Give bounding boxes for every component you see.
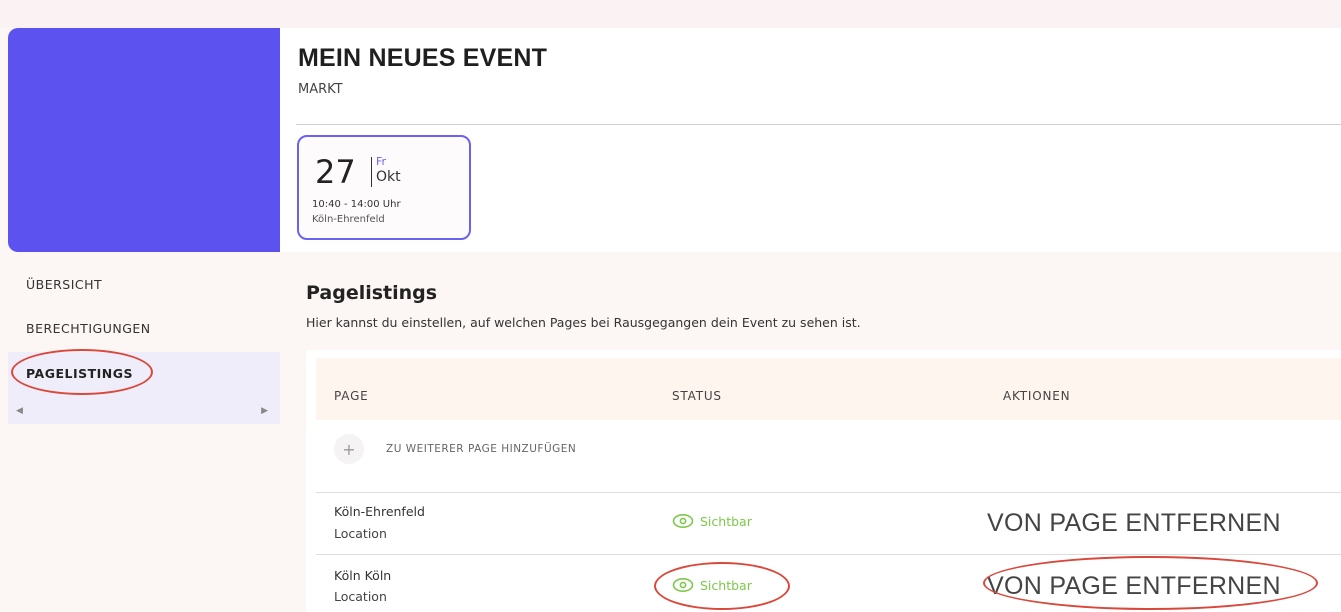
add-page-button[interactable]: + ZU WEITERER PAGE HINZUFÜGEN <box>334 434 576 464</box>
page-name: Köln-Ehrenfeld <box>334 504 425 519</box>
remove-from-page-button[interactable]: VON PAGE ENTFERNEN <box>987 509 1281 538</box>
scroll-right-icon[interactable]: ▶ <box>261 406 268 416</box>
section-title: Pagelistings <box>306 282 438 304</box>
header-divider <box>296 124 1341 125</box>
date-day: 27 <box>315 153 356 191</box>
date-card[interactable]: 27 Fr Okt 10:40 - 14:00 Uhr Köln-Ehrenfe… <box>297 135 471 240</box>
pagelistings-table: PAGE STATUS AKTIONEN + ZU WEITERER PAGE … <box>306 350 1341 612</box>
sidebar: ÜBERSICHT BERECHTIGUNGEN PAGELISTINGS ◀ … <box>8 262 280 424</box>
column-header-page: PAGE <box>334 389 369 403</box>
sidebar-item-uebersicht[interactable]: ÜBERSICHT <box>8 262 280 306</box>
eye-icon <box>672 514 694 528</box>
column-header-actions: AKTIONEN <box>1003 389 1071 403</box>
scroll-left-icon[interactable]: ◀ <box>16 406 23 416</box>
event-title: MEIN NEUES EVENT <box>298 44 548 72</box>
date-time: 10:40 - 14:00 Uhr <box>312 199 401 210</box>
table-header: PAGE STATUS AKTIONEN <box>316 358 1341 420</box>
row-divider <box>316 492 1341 493</box>
section-description: Hier kannst du einstellen, auf welchen P… <box>306 315 861 330</box>
sidebar-item-berechtigungen[interactable]: BERECHTIGUNGEN <box>8 306 280 350</box>
remove-from-page-button[interactable]: VON PAGE ENTFERNEN <box>987 572 1281 601</box>
status-label: Sichtbar <box>700 513 752 529</box>
top-strip <box>0 0 1341 28</box>
date-month: Okt <box>376 169 401 185</box>
event-cover-image <box>8 28 280 252</box>
page-name: Köln Köln <box>334 568 392 583</box>
eye-icon <box>672 578 694 592</box>
page-type: Location <box>334 526 387 541</box>
date-weekday: Fr <box>376 155 387 168</box>
status-badge[interactable]: Sichtbar <box>672 513 752 529</box>
sidebar-scrollbar[interactable]: ◀ ▶ <box>8 398 280 424</box>
status-label: Sichtbar <box>700 577 752 593</box>
sidebar-item-pagelistings[interactable]: PAGELISTINGS <box>8 352 280 398</box>
column-header-status: STATUS <box>672 389 722 403</box>
event-header: MEIN NEUES EVENT MARKT 27 Fr Okt 10:40 -… <box>280 28 1341 252</box>
date-separator <box>371 157 372 187</box>
date-location: Köln-Ehrenfeld <box>312 214 385 225</box>
plus-icon[interactable]: + <box>334 434 364 464</box>
status-badge[interactable]: Sichtbar <box>672 577 752 593</box>
add-page-label[interactable]: ZU WEITERER PAGE HINZUFÜGEN <box>386 443 576 455</box>
page-type: Location <box>334 589 387 604</box>
row-divider <box>316 554 1341 555</box>
event-category: MARKT <box>298 82 343 97</box>
